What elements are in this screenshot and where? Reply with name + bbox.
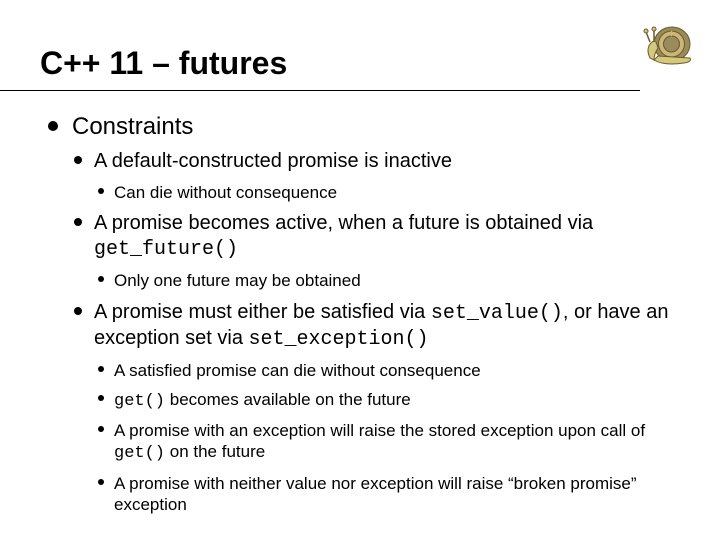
code-span: set_value() — [431, 302, 563, 325]
l2-text: A satisfied promise can die without cons… — [114, 360, 481, 381]
snail-icon — [640, 18, 698, 68]
list-item-l2: Only one future may be obtained — [98, 270, 690, 291]
l2-text: A promise with an exception will raise t… — [114, 420, 690, 465]
list-item-l0: Constraints — [48, 113, 690, 141]
l1-text: A promise must either be satisfied via s… — [94, 300, 690, 352]
list-item-l2: get() becomes available on the future — [98, 389, 690, 412]
list-item-l2: Can die without consequence — [98, 182, 690, 203]
code-span: get() — [114, 444, 165, 463]
code-span: get_future() — [94, 238, 238, 261]
l2-text: Can die without consequence — [114, 182, 337, 203]
bullet-icon — [74, 218, 82, 226]
list-item-l1: A promise becomes active, when a future … — [74, 211, 690, 262]
code-span: set_exception() — [249, 328, 429, 351]
bullet-icon — [98, 479, 104, 485]
list-item-l2: A promise with an exception will raise t… — [98, 420, 690, 465]
bullet-icon — [98, 426, 104, 432]
bullet-icon — [74, 307, 82, 315]
bullet-icon — [98, 366, 104, 372]
list-item-l2: A promise with neither value nor excepti… — [98, 473, 690, 516]
l0-text: Constraints — [72, 113, 193, 141]
bullet-icon — [98, 395, 104, 401]
code-span: get() — [114, 392, 165, 411]
bullet-icon — [48, 121, 58, 131]
slide-content: Constraints A default-constructed promis… — [0, 113, 720, 515]
l2-text: get() becomes available on the future — [114, 389, 411, 412]
bullet-icon — [98, 276, 104, 282]
list-item-l1: A promise must either be satisfied via s… — [74, 300, 690, 352]
l2-text: A promise with neither value nor excepti… — [114, 473, 690, 516]
l2-text: Only one future may be obtained — [114, 270, 361, 291]
l1-text: A default-constructed promise is inactiv… — [94, 149, 452, 174]
bullet-icon — [74, 156, 82, 164]
bullet-icon — [98, 188, 104, 194]
l1-text: A promise becomes active, when a future … — [94, 211, 690, 262]
list-item-l1: A default-constructed promise is inactiv… — [74, 149, 690, 174]
list-item-l2: A satisfied promise can die without cons… — [98, 360, 690, 381]
slide-title: C++ 11 – futures — [0, 0, 640, 91]
